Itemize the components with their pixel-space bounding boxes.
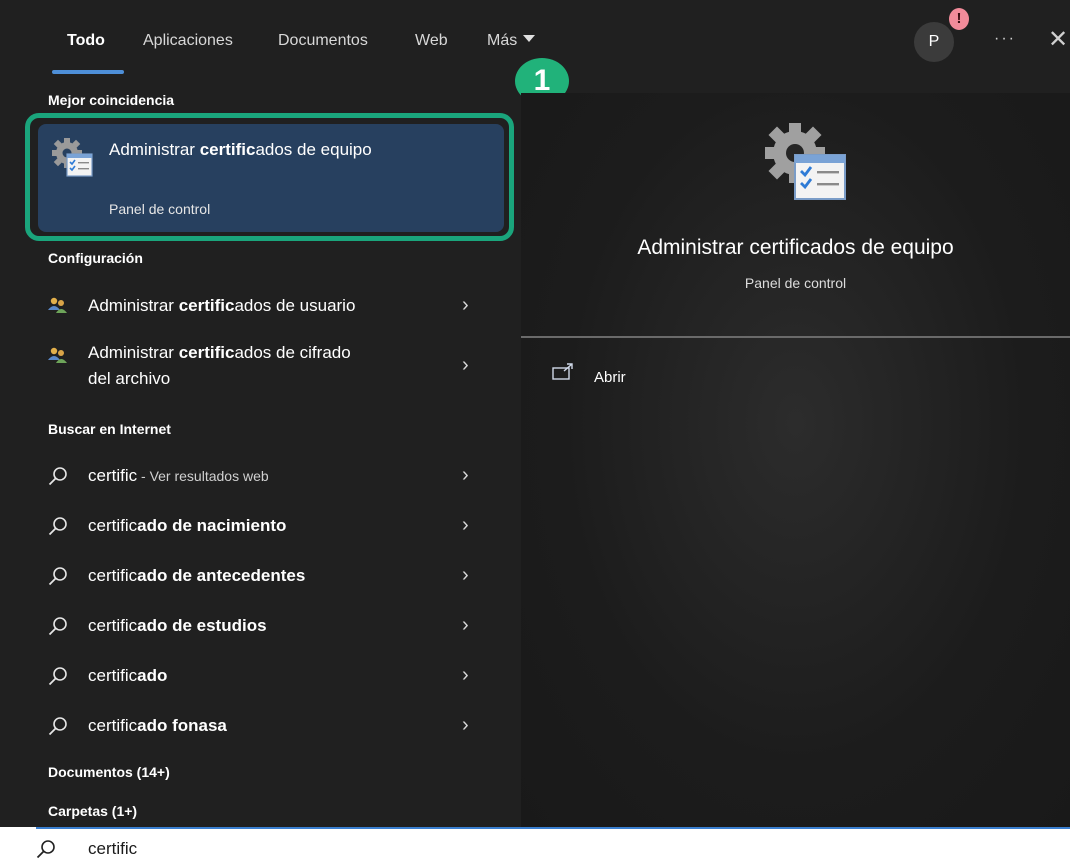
chevron-right-icon: › xyxy=(462,354,469,376)
settings-item-label-pre: Administrar xyxy=(88,343,179,362)
search-flyout: Todo Aplicaciones Documentos Web Más P !… xyxy=(0,0,1070,827)
section-documents[interactable]: Documentos (14+) xyxy=(48,764,170,780)
tab-documentos[interactable]: Documentos xyxy=(278,32,368,50)
search-icon xyxy=(48,516,68,541)
web-result-normal: certific xyxy=(88,666,138,685)
settings-item-label: Administrar certificados de usuario xyxy=(88,296,355,316)
tab-todo[interactable]: Todo xyxy=(67,32,105,50)
web-result-item[interactable]: certific - Ver resultados web › xyxy=(0,456,510,496)
chevron-right-icon: › xyxy=(462,564,469,586)
web-result-normal: certific xyxy=(88,616,138,635)
settings-item-label-bold: certific xyxy=(178,343,235,362)
settings-item-label-line2: del archivo xyxy=(88,369,171,388)
search-icon xyxy=(48,666,68,691)
users-icon xyxy=(48,346,68,369)
settings-item-label-post: ados de usuario xyxy=(234,296,356,315)
tab-aplicaciones[interactable]: Aplicaciones xyxy=(143,32,233,50)
section-folders[interactable]: Carpetas (1+) xyxy=(48,803,137,819)
web-result-item[interactable]: certificado de estudios › xyxy=(0,606,510,646)
web-result-bold: ado xyxy=(137,666,168,685)
tab-web[interactable]: Web xyxy=(415,32,448,50)
settings-item-user-certificates[interactable]: Administrar certificados de usuario › xyxy=(0,286,510,326)
close-button[interactable]: ✕ xyxy=(1048,25,1068,54)
web-result-normal: certific xyxy=(88,466,138,485)
tab-mas[interactable]: Más xyxy=(487,32,536,50)
web-result-bold: ado de nacimiento xyxy=(137,516,287,535)
web-result-normal: certific xyxy=(88,716,138,735)
alert-badge: ! xyxy=(949,8,969,30)
avatar[interactable]: P xyxy=(914,22,954,62)
settings-item-label-pre: Administrar xyxy=(88,296,179,315)
search-input[interactable]: certific xyxy=(36,827,1070,867)
certificate-manager-icon xyxy=(765,123,849,212)
open-external-icon xyxy=(552,363,578,386)
annotation-highlight-box xyxy=(25,113,514,241)
preview-pane: Administrar certificados de equipo Panel… xyxy=(521,93,1070,827)
section-settings: Configuración xyxy=(48,250,143,266)
web-result-bold: ado fonasa xyxy=(137,716,227,735)
search-query-text: certific xyxy=(88,839,138,858)
chevron-right-icon: › xyxy=(462,714,469,736)
chevron-right-icon: › xyxy=(462,664,469,686)
settings-item-file-encryption-certificates[interactable]: Administrar certificados de cifrado del a… xyxy=(0,336,510,396)
web-result-label: certificado fonasa xyxy=(88,716,227,736)
settings-item-label-bold: certific xyxy=(178,296,235,315)
web-result-label: certific - Ver resultados web xyxy=(88,466,269,486)
web-result-label: certificado xyxy=(88,666,167,686)
web-result-item[interactable]: certificado de nacimiento › xyxy=(0,506,510,546)
web-result-item[interactable]: certificado › xyxy=(0,656,510,696)
chevron-right-icon: › xyxy=(462,294,469,316)
tab-mas-label: Más xyxy=(487,32,518,49)
web-result-hint: - Ver resultados web xyxy=(137,468,269,484)
web-result-item[interactable]: certificado de antecedentes › xyxy=(0,556,510,596)
search-icon xyxy=(36,839,56,864)
preview-title: Administrar certificados de equipo xyxy=(637,236,954,259)
section-best-match: Mejor coincidencia xyxy=(48,92,175,108)
search-icon xyxy=(48,616,68,641)
web-result-bold: ado de antecedentes xyxy=(137,566,306,585)
section-web-search: Buscar en Internet xyxy=(48,421,171,437)
settings-item-label-post: ados de cifrado xyxy=(234,343,351,362)
search-icon xyxy=(48,466,68,491)
preview-subtitle: Panel de control xyxy=(744,275,847,291)
search-icon xyxy=(48,566,68,591)
chevron-right-icon: › xyxy=(462,464,469,486)
search-icon xyxy=(48,716,68,741)
web-result-item[interactable]: certificado fonasa › xyxy=(0,706,510,746)
web-result-label: certificado de antecedentes xyxy=(88,566,305,586)
web-result-label: certificado de estudios xyxy=(88,616,267,636)
divider xyxy=(521,336,1070,338)
chevron-right-icon: › xyxy=(462,514,469,536)
chevron-down-icon xyxy=(523,35,536,42)
chevron-right-icon: › xyxy=(462,614,469,636)
web-result-normal: certific xyxy=(88,516,138,535)
active-tab-indicator xyxy=(52,70,124,74)
users-icon xyxy=(48,296,68,319)
web-result-label: certificado de nacimiento xyxy=(88,516,286,536)
web-result-normal: certific xyxy=(88,566,138,585)
more-options-button[interactable]: ··· xyxy=(994,30,1016,48)
web-result-bold: ado de estudios xyxy=(137,616,267,635)
open-action-label: Abrir xyxy=(594,369,626,386)
settings-item-label: Administrar certificados de cifrado del a… xyxy=(88,340,351,392)
